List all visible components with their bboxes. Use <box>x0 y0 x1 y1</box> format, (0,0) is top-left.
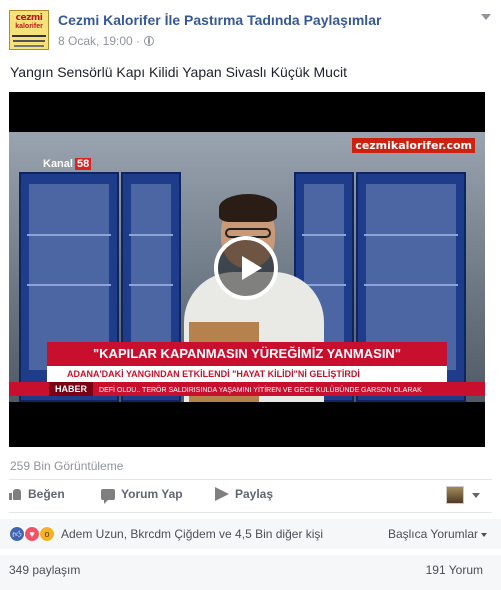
comment-button[interactable]: Yorum Yap <box>101 487 183 504</box>
like-button[interactable]: Beğen <box>9 487 65 501</box>
thumbs-up-icon <box>9 488 22 500</box>
chevron-down-icon[interactable] <box>472 493 480 498</box>
view-count: 259 Bin Görüntüleme <box>10 459 124 473</box>
video-player[interactable]: Kanal 58 cezmikalorifer.com "KAPILAR KAPA… <box>9 92 485 447</box>
reaction-summary[interactable]: Adem Uzun, Bkrcdm Çiğdem ve 4,5 Bin diğe… <box>61 527 323 541</box>
page-avatar[interactable]: cezmi kalorifer <box>9 10 49 50</box>
channel-logo: Kanal 58 <box>43 158 92 170</box>
comment-icon <box>101 488 115 504</box>
video-headline: "KAPILAR KAPANMASIN YÜREĞİMİZ YANMASIN" <box>47 342 447 366</box>
counts-row: 349 paylaşım 191 Yorum <box>0 555 501 590</box>
news-ticker: HABER DEFİ OLDU.. TERÖR SALDIRISINDA YAŞA… <box>9 382 485 396</box>
viewer-avatar[interactable] <box>446 486 464 504</box>
play-button-icon[interactable] <box>214 236 278 300</box>
post-text: Yangın Sensörlü Kapı Kilidi Yapan Sivasl… <box>10 64 347 80</box>
comment-count[interactable]: 191 Yorum <box>426 563 483 577</box>
love-reaction-icon[interactable]: ♥ <box>24 526 40 542</box>
share-button[interactable]: Paylaş <box>215 487 273 501</box>
share-count[interactable]: 349 paylaşım <box>9 563 80 577</box>
reactions-row: 👍︎ ♥ o Adem Uzun, Bkrcdm Çiğdem ve 4,5 B… <box>0 519 501 549</box>
video-subheadline: ADANA'DAKİ YANGINDAN ETKİLENDİ "HAYAT Kİ… <box>47 366 447 382</box>
action-bar: Beğen Yorum Yap Paylaş <box>9 486 492 507</box>
globe-icon <box>144 36 155 46</box>
divider <box>9 512 492 513</box>
like-reaction-icon[interactable]: 👍︎ <box>9 526 25 542</box>
post-timestamp[interactable]: 8 Ocak, 19:00 · <box>58 34 140 48</box>
post-meta: 8 Ocak, 19:00 · <box>58 34 155 48</box>
share-arrow-icon <box>215 487 229 501</box>
page-name-link[interactable]: Cezmi Kalorifer İle Pastırma Tadında Pay… <box>58 12 381 28</box>
divider <box>9 479 492 480</box>
comment-sort-dropdown[interactable]: Başlıca Yorumlar <box>388 527 487 541</box>
watermark: cezmikalorifer.com <box>352 138 475 153</box>
post-options-icon[interactable] <box>481 14 491 20</box>
facebook-post: cezmi kalorifer Cezmi Kalorifer İle Past… <box>0 0 501 590</box>
wow-reaction-icon[interactable]: o <box>39 526 55 542</box>
